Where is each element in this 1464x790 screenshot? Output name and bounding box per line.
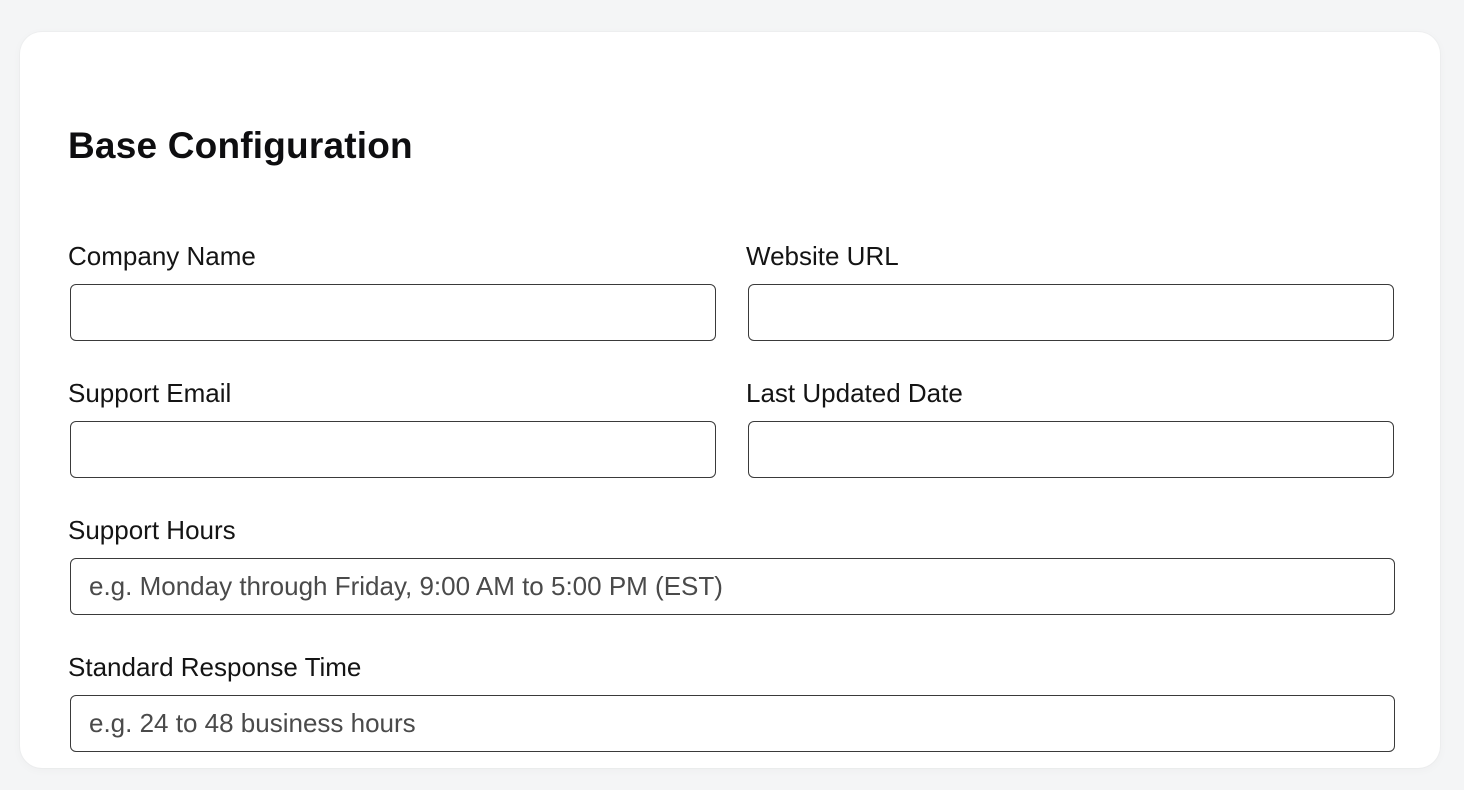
support-hours-input[interactable] bbox=[70, 558, 1395, 615]
company-name-field: Company Name bbox=[68, 240, 716, 341]
base-configuration-card: Base Configuration Company Name Website … bbox=[20, 32, 1440, 768]
standard-response-time-field: Standard Response Time bbox=[68, 651, 1395, 752]
website-url-label: Website URL bbox=[746, 241, 899, 271]
last-updated-date-field: Last Updated Date bbox=[746, 377, 1394, 478]
last-updated-date-input[interactable] bbox=[748, 421, 1394, 478]
last-updated-date-label: Last Updated Date bbox=[746, 378, 963, 408]
company-name-label: Company Name bbox=[68, 241, 256, 271]
website-url-field: Website URL bbox=[746, 240, 1394, 341]
support-email-input[interactable] bbox=[70, 421, 716, 478]
support-hours-field: Support Hours bbox=[68, 514, 1395, 615]
section-title: Base Configuration bbox=[68, 125, 413, 166]
support-email-field: Support Email bbox=[68, 377, 716, 478]
standard-response-time-label: Standard Response Time bbox=[68, 652, 362, 682]
support-email-label: Support Email bbox=[68, 378, 232, 408]
website-url-input[interactable] bbox=[748, 284, 1394, 341]
company-name-input[interactable] bbox=[70, 284, 716, 341]
standard-response-time-input[interactable] bbox=[70, 695, 1395, 752]
support-hours-label: Support Hours bbox=[68, 515, 236, 545]
